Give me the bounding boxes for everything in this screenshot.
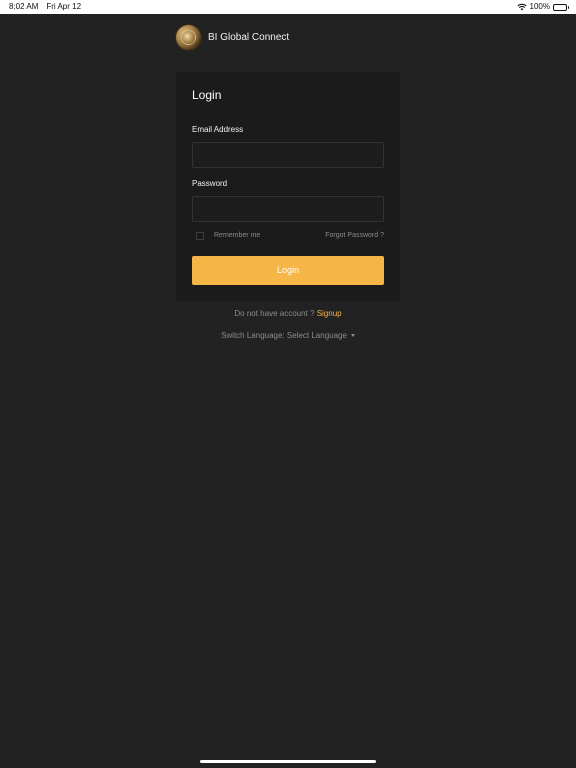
battery-percentage: 100% xyxy=(529,2,550,11)
coin-logo-icon xyxy=(176,25,201,50)
status-bar: 8:02 AM Fri Apr 12 100% xyxy=(0,0,576,14)
brand-name: BI Global Connect xyxy=(208,32,290,43)
email-label: Email Address xyxy=(192,125,244,134)
wifi-icon xyxy=(516,3,527,11)
status-time-date: 8:02 AM Fri Apr 12 xyxy=(9,0,81,14)
login-card: Login Email Address Password Remember me… xyxy=(176,72,400,301)
language-switcher[interactable]: Switch Language: Select Language xyxy=(176,331,400,340)
password-field[interactable] xyxy=(192,196,384,222)
remember-label[interactable]: Remember me xyxy=(214,232,260,239)
login-button[interactable]: Login xyxy=(192,256,384,285)
status-indicators: 100% xyxy=(516,0,569,14)
signup-prompt: Do not have account ? xyxy=(234,309,315,318)
brand-header: BI Global Connect xyxy=(176,25,289,50)
forgot-password-link[interactable]: Forgot Password ? xyxy=(325,232,384,239)
signup-link[interactable]: Signup xyxy=(317,309,342,318)
email-field[interactable] xyxy=(192,142,384,168)
language-label: Switch Language: Select Language xyxy=(221,331,347,340)
login-title: Login xyxy=(192,88,222,102)
signup-row: Do not have account ? Signup xyxy=(176,309,400,318)
remember-checkbox[interactable] xyxy=(196,232,204,240)
home-indicator xyxy=(200,760,376,763)
password-label: Password xyxy=(192,179,228,188)
status-time: 8:02 AM xyxy=(9,2,39,11)
remember-row: Remember me Forgot Password ? xyxy=(192,231,384,243)
status-date: Fri Apr 12 xyxy=(46,2,82,11)
caret-down-icon xyxy=(350,334,355,338)
battery-icon xyxy=(553,3,569,11)
